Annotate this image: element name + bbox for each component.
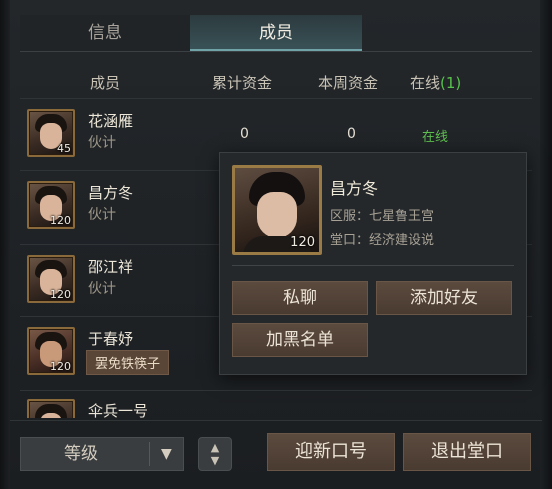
blacklist-button[interactable]: 加黑名单: [232, 323, 368, 357]
member-name: 邵江祥: [88, 258, 134, 276]
popup-avatar: 120: [232, 165, 322, 255]
header-online: 在线(1): [410, 72, 461, 93]
sort-select[interactable]: 等级 ▼: [20, 437, 184, 471]
avatar[interactable]: [27, 399, 75, 418]
select-divider: [149, 442, 150, 466]
panel-frame-left: [0, 0, 10, 489]
row-divider: [20, 390, 532, 391]
member-row[interactable]: 伞兵一号: [20, 398, 532, 418]
leave-hall-button[interactable]: 退出堂口: [403, 433, 531, 471]
member-name: 花涵雁: [88, 112, 134, 130]
sort-down-arrow: ▼: [210, 454, 220, 467]
recruit-slogan-button[interactable]: 迎新口号: [267, 433, 395, 471]
header-divider: [20, 98, 532, 99]
level-badge: 45: [57, 142, 71, 155]
level-badge: 120: [50, 288, 71, 301]
sort-up-arrow: ▲: [210, 441, 220, 454]
avatar[interactable]: 45: [27, 109, 75, 157]
tab-info[interactable]: 信息: [20, 15, 190, 51]
member-name: 伞兵一号: [88, 402, 149, 418]
member-role: 伙计: [88, 207, 116, 223]
member-role: 伙计: [88, 281, 116, 297]
popup-level-badge: 120: [290, 235, 315, 250]
header-total-funds: 累计资金: [212, 74, 273, 92]
avatar[interactable]: 120: [27, 181, 75, 229]
member-online-status: 在线: [422, 130, 449, 145]
sort-arrows-icon[interactable]: ▲ ▼: [198, 437, 232, 471]
avatar[interactable]: 120: [27, 327, 75, 375]
private-chat-button[interactable]: 私聊: [232, 281, 368, 315]
avatar[interactable]: 120: [27, 255, 75, 303]
online-count: (1): [440, 74, 462, 92]
member-name: 昌方冬: [88, 184, 134, 202]
popup-server-line: 区服：七星鲁王宫: [330, 209, 435, 224]
level-badge: 120: [50, 360, 71, 373]
popup-member-name: 昌方冬: [330, 179, 379, 198]
guild-member-panel: 信息 成员 成员 累计资金 本周资金 在线(1) 45 花涵雁 伙计 0 0 在…: [0, 0, 552, 489]
triangle-down-icon[interactable]: ▼: [161, 442, 172, 466]
header-weekly-funds: 本周资金: [318, 74, 379, 92]
member-weekly-funds: 0: [347, 126, 356, 142]
member-detail-popup: 120 昌方冬 区服：七星鲁王宫 堂口：经济建设说 私聊 添加好友 加黑名单: [219, 152, 527, 375]
add-friend-button[interactable]: 添加好友: [376, 281, 512, 315]
popup-divider: [232, 265, 514, 266]
sort-select-value: 等级: [64, 444, 98, 464]
header-member: 成员: [90, 74, 121, 92]
member-role-tag: 罢免铁筷子: [86, 350, 170, 375]
avatar-face: [257, 192, 297, 238]
header-online-label: 在线: [410, 74, 441, 92]
tab-members[interactable]: 成员: [190, 15, 362, 51]
member-total-funds: 0: [240, 126, 249, 142]
bottom-divider: [10, 420, 542, 421]
popup-hall-line: 堂口：经济建设说: [330, 233, 435, 248]
level-badge: 120: [50, 214, 71, 227]
member-role: 伙计: [88, 135, 116, 151]
member-name: 于春妤: [88, 330, 134, 348]
tab-divider: [20, 51, 532, 52]
panel-frame-right: [540, 0, 552, 489]
